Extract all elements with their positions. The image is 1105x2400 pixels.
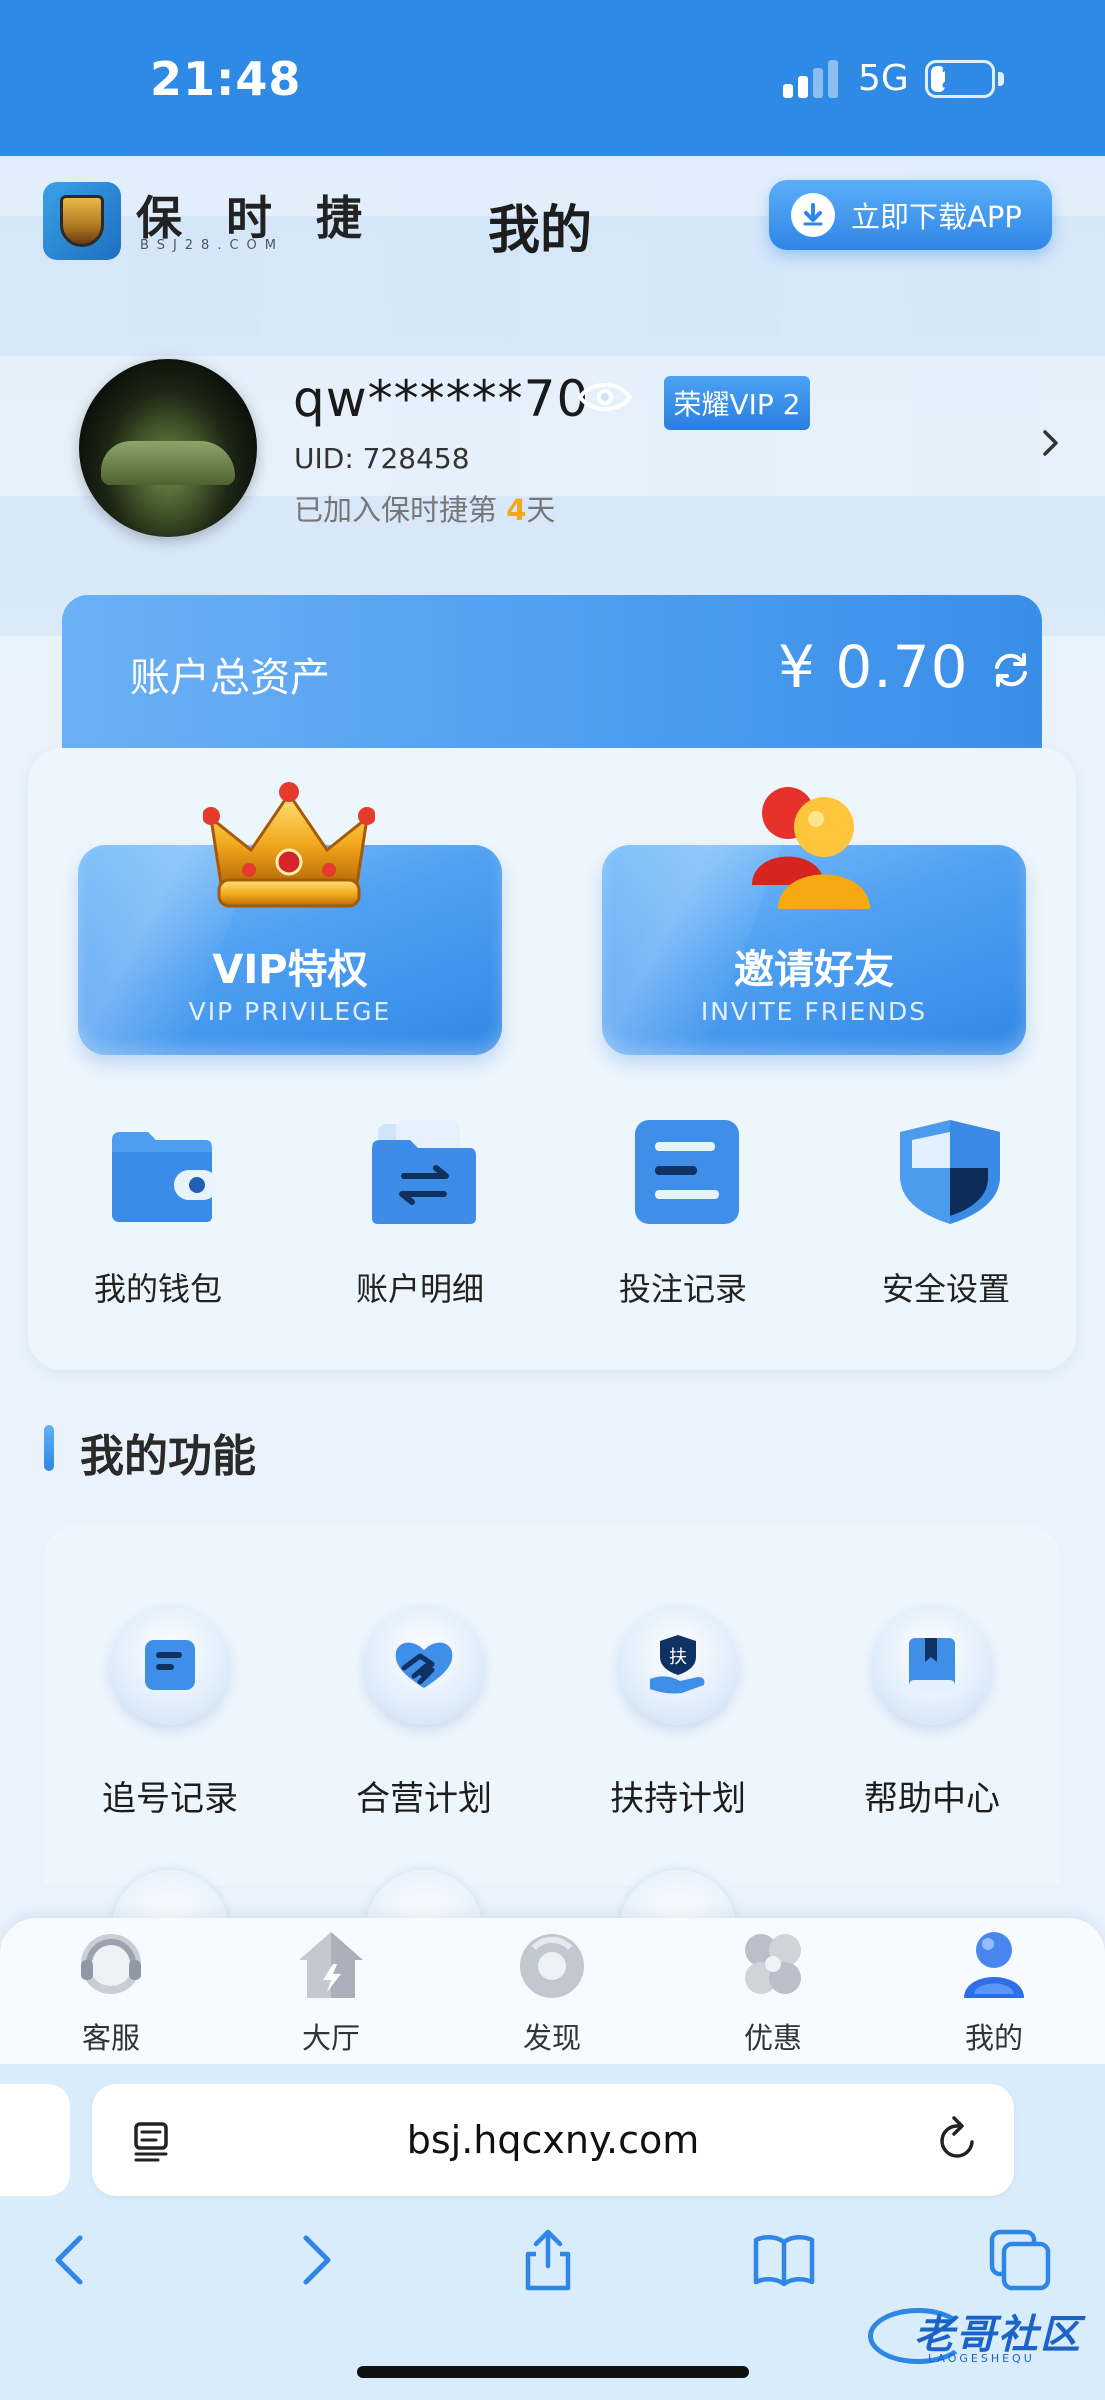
- partnership-plan-label: 合营计划: [356, 1779, 492, 1819]
- friends-icon: [752, 787, 870, 909]
- tabs-icon[interactable]: [988, 2228, 1052, 2292]
- watermark-subtext: LAOGESHEQU: [928, 2352, 1035, 2365]
- tab-mine[interactable]: 我的: [924, 1928, 1064, 2058]
- avatar[interactable]: [79, 359, 257, 537]
- tab-discover-label: 发现: [522, 2021, 581, 2055]
- clover-icon: [745, 1934, 801, 1994]
- username: qw******70: [293, 370, 590, 428]
- joined-days: 已加入保时捷第 4天: [294, 487, 555, 529]
- download-arrow-icon: [791, 193, 835, 237]
- refresh-icon[interactable]: [988, 647, 1034, 693]
- joined-days-number: 4: [506, 493, 527, 527]
- handshake-icon: [364, 1605, 484, 1725]
- tab-lobby[interactable]: 大厅: [261, 1928, 401, 2058]
- battery-level: 27: [940, 61, 980, 94]
- tab-lobby-label: 大厅: [301, 2021, 360, 2055]
- headset-icon: [81, 1934, 141, 1994]
- previous-tab-peek[interactable]: [0, 2084, 70, 2196]
- tab-customer-service[interactable]: 客服: [41, 1928, 181, 2058]
- support-plan-button[interactable]: 扶 扶持计划: [568, 1605, 788, 1819]
- account-details-button[interactable]: 账户明细: [320, 1118, 520, 1318]
- joined-prefix: 已加入保时捷第: [294, 493, 498, 527]
- support-plan-label: 扶持计划: [610, 1779, 746, 1819]
- document-icon: [110, 1605, 230, 1725]
- record-list-icon: [635, 1120, 739, 1224]
- eye-icon[interactable]: [577, 379, 633, 415]
- tab-mine-label: 我的: [964, 2021, 1023, 2055]
- tab-discover[interactable]: 发现: [482, 1928, 622, 2058]
- compass-ring-icon: [520, 1934, 584, 1998]
- help-center-button[interactable]: 帮助中心: [822, 1605, 1042, 1819]
- download-app-button[interactable]: 立即下载APP: [769, 180, 1052, 250]
- bet-records-button[interactable]: 投注记录: [583, 1118, 783, 1318]
- account-details-label: 账户明细: [355, 1270, 484, 1308]
- bet-records-label: 投注记录: [618, 1270, 747, 1308]
- battery-tip: [998, 72, 1004, 86]
- security-settings-label: 安全设置: [881, 1270, 1010, 1308]
- chevron-right-icon[interactable]: [1035, 428, 1065, 458]
- tab-customer-service-label: 客服: [81, 2021, 140, 2055]
- my-functions-title: 我的功能: [80, 1431, 256, 1482]
- watermark-logo: 老哥社区 LAOGESHEQU: [868, 2302, 1098, 2372]
- crown-icon: [203, 782, 375, 908]
- status-time: 21:48: [150, 52, 302, 106]
- vip-level-badge: 荣耀VIP 2: [664, 376, 810, 430]
- forward-icon[interactable]: [282, 2228, 346, 2292]
- network-type: 5G: [858, 58, 909, 99]
- my-wallet-button[interactable]: 我的钱包: [58, 1118, 258, 1318]
- url-text: bsj.hqcxny.com: [406, 2118, 700, 2162]
- shield-icon: [900, 1120, 1000, 1224]
- wallet-icon: [112, 1132, 216, 1222]
- chase-records-button[interactable]: 追号记录: [60, 1605, 280, 1819]
- bookmarks-icon[interactable]: [752, 2228, 816, 2292]
- back-icon[interactable]: [40, 2228, 104, 2292]
- tab-promotions-label: 优惠: [743, 2021, 802, 2055]
- signal-icon: [783, 60, 839, 98]
- help-center-label: 帮助中心: [864, 1779, 1000, 1819]
- vip-privilege-title: VIP特权: [212, 947, 368, 993]
- home-icon: [299, 1932, 363, 1998]
- total-assets-label: 账户总资产: [130, 655, 330, 701]
- invite-friends-subtitle: INVITE FRIENDS: [700, 997, 928, 1026]
- user-icon: [964, 1932, 1024, 1998]
- book-icon: [872, 1605, 992, 1725]
- chase-records-label: 追号记录: [102, 1779, 238, 1819]
- my-wallet-label: 我的钱包: [93, 1270, 222, 1308]
- reload-icon[interactable]: [934, 2114, 982, 2164]
- home-indicator: [357, 2366, 749, 2378]
- tab-promotions[interactable]: 优惠: [703, 1928, 843, 2058]
- folder-transfer-icon: [372, 1120, 476, 1224]
- share-icon[interactable]: [516, 2228, 580, 2292]
- support-hand-icon: 扶: [618, 1605, 738, 1725]
- support-glyph: 扶: [669, 1647, 687, 1668]
- battery-icon: 27: [925, 60, 995, 98]
- partnership-plan-button[interactable]: 合营计划: [314, 1605, 534, 1819]
- invite-friends-title: 邀请好友: [734, 947, 894, 993]
- user-id: UID: 728458: [294, 442, 470, 475]
- section-accent-bar: [44, 1425, 54, 1471]
- status-bar: 21:48 5G 27: [0, 0, 1105, 156]
- security-settings-button[interactable]: 安全设置: [846, 1118, 1046, 1318]
- total-assets-card: 账户总资产 ¥ 0.70: [62, 595, 1042, 755]
- total-assets-value: ¥ 0.70: [778, 633, 969, 701]
- joined-suffix: 天: [526, 493, 556, 527]
- download-label: 立即下载APP: [851, 200, 1022, 234]
- vip-privilege-subtitle: VIP PRIVILEGE: [188, 997, 392, 1026]
